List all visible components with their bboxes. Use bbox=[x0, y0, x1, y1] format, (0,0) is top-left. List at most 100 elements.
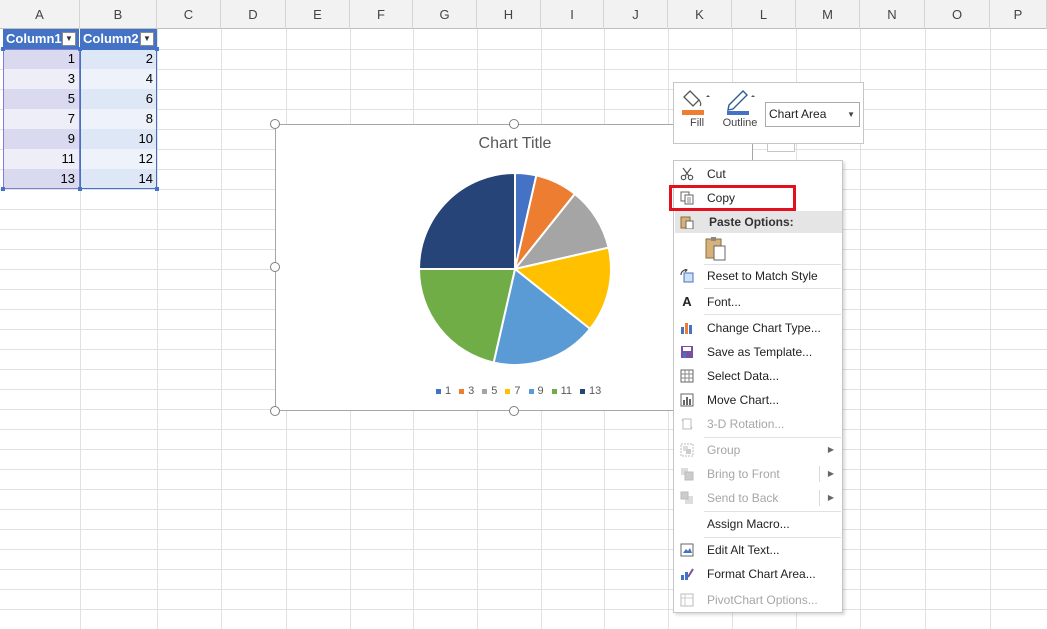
context-menu: Cut Copy Paste Options: Reset to Match S… bbox=[673, 160, 843, 613]
column-header-a[interactable]: A bbox=[0, 0, 80, 29]
menu-item-reset-style[interactable]: Reset to Match Style bbox=[674, 264, 842, 288]
legend-entry-13[interactable]: 13 bbox=[580, 385, 601, 397]
menu-item-change-chart-type[interactable]: Change Chart Type... bbox=[674, 316, 842, 340]
grid-row-line bbox=[0, 609, 1047, 610]
menu-item-save-as-template[interactable]: Save as Template... bbox=[674, 340, 842, 364]
clipboard-icon bbox=[680, 216, 694, 229]
menu-separator bbox=[704, 314, 841, 315]
send-to-back-icon bbox=[680, 491, 693, 504]
grid-row-line bbox=[0, 509, 1047, 510]
range-handle[interactable] bbox=[78, 47, 82, 51]
column-header-h[interactable]: H bbox=[477, 0, 541, 29]
move-chart-icon bbox=[680, 393, 694, 407]
outline-label: Outline bbox=[722, 117, 758, 129]
column-header-d[interactable]: D bbox=[221, 0, 286, 29]
chart-elements-dropdown[interactable]: Chart Area ▼ bbox=[765, 102, 860, 127]
menu-item-font[interactable]: A Font... bbox=[674, 290, 842, 314]
fill-button[interactable]: Fill bbox=[678, 87, 716, 129]
grid-row-line bbox=[0, 69, 1047, 70]
column-header-k[interactable]: K bbox=[668, 0, 732, 29]
mini-toolbar: Fill Outline Chart Area ▼ bbox=[673, 82, 864, 144]
range-handle[interactable] bbox=[155, 187, 159, 191]
reset-style-icon bbox=[680, 269, 694, 283]
menu-item-format-chart-area[interactable]: Format Chart Area... bbox=[674, 562, 842, 586]
legend-swatch bbox=[528, 388, 534, 394]
filter-dropdown-icon[interactable]: ▼ bbox=[140, 32, 154, 46]
menu-label-save-as-template: Save as Template... bbox=[707, 345, 813, 359]
menu-item-cut[interactable]: Cut bbox=[674, 162, 842, 186]
legend-swatch bbox=[459, 388, 465, 394]
grid-row-line bbox=[0, 469, 1047, 470]
column-header-b[interactable]: B bbox=[80, 0, 157, 29]
legend-entry-1[interactable]: 1 bbox=[436, 385, 451, 397]
chart-resize-handle-bottom-left[interactable] bbox=[270, 406, 280, 416]
menu-label-font: Font... bbox=[707, 295, 742, 309]
legend-entry-5[interactable]: 5 bbox=[482, 385, 497, 397]
legend-entry-9[interactable]: 9 bbox=[528, 385, 544, 397]
column-headers: ABCDEFGHIJKLMNOP bbox=[0, 0, 1047, 29]
legend-entry-11[interactable]: 11 bbox=[551, 385, 572, 397]
menu-label-3d-rotation: 3-D Rotation... bbox=[707, 417, 785, 431]
pie-slice-13[interactable] bbox=[417, 171, 516, 270]
menu-item-bring-to-front: Bring to Front ▶ bbox=[674, 462, 842, 486]
chart-resize-handle-top[interactable] bbox=[509, 119, 519, 129]
menu-item-send-to-back: Send to Back ▶ bbox=[674, 486, 842, 510]
chart-type-icon bbox=[681, 323, 692, 334]
column-header-n[interactable]: N bbox=[860, 0, 925, 29]
menu-label-cut: Cut bbox=[707, 167, 726, 181]
scissors-icon bbox=[680, 167, 694, 181]
menu-item-pivotchart-options: PivotChart Options... bbox=[674, 588, 842, 612]
legend-label: 7 bbox=[514, 385, 521, 397]
legend-entry-7[interactable]: 7 bbox=[505, 385, 521, 397]
menu-item-edit-alt-text[interactable]: Edit Alt Text... bbox=[674, 538, 842, 562]
column-header-l[interactable]: L bbox=[732, 0, 796, 29]
grid-row-line bbox=[0, 449, 1047, 450]
group-icon bbox=[680, 443, 694, 457]
grid-row-line bbox=[0, 109, 1047, 110]
legend-swatch bbox=[436, 388, 441, 394]
submenu-divider bbox=[819, 466, 820, 482]
menu-item-3d-rotation: 3-D Rotation... bbox=[674, 412, 842, 436]
paste-options-header: Paste Options: bbox=[675, 211, 842, 233]
range-handle[interactable] bbox=[1, 47, 5, 51]
chart-elements-value: Chart Area bbox=[769, 107, 827, 121]
menu-item-move-chart[interactable]: Move Chart... bbox=[674, 388, 842, 412]
submenu-divider bbox=[819, 490, 820, 506]
grid-row-line bbox=[0, 549, 1047, 550]
outline-button[interactable]: Outline bbox=[720, 87, 760, 129]
range-handle[interactable] bbox=[1, 187, 5, 191]
column-header-j[interactable]: J bbox=[604, 0, 668, 29]
legend-label: 13 bbox=[589, 385, 602, 397]
menu-label-send-to-back: Send to Back bbox=[707, 491, 779, 505]
chevron-right-icon: ▶ bbox=[827, 445, 834, 454]
column-header-i[interactable]: I bbox=[541, 0, 604, 29]
filter-dropdown-icon[interactable]: ▼ bbox=[62, 32, 76, 46]
column-header-m[interactable]: M bbox=[796, 0, 860, 29]
column-header-p[interactable]: P bbox=[990, 0, 1047, 29]
legend-label: 1 bbox=[445, 385, 452, 397]
chart-resize-handle-left[interactable] bbox=[270, 262, 280, 272]
chevron-right-icon: ▶ bbox=[827, 469, 834, 478]
menu-item-assign-macro[interactable]: Assign Macro... bbox=[674, 512, 842, 536]
legend-entry-3[interactable]: 3 bbox=[459, 385, 474, 397]
range-handle[interactable] bbox=[78, 187, 82, 191]
column-header-c[interactable]: C bbox=[157, 0, 221, 29]
menu-item-select-data[interactable]: Select Data... bbox=[674, 364, 842, 388]
select-data-icon bbox=[680, 369, 694, 383]
grid-row-line bbox=[0, 569, 1047, 570]
chevron-down-icon: ▼ bbox=[847, 110, 855, 119]
column-header-g[interactable]: G bbox=[413, 0, 477, 29]
menu-label-select-data: Select Data... bbox=[707, 369, 780, 383]
chart-legend[interactable]: 1 3 5 7 9 11 13 bbox=[436, 385, 609, 397]
values-range-outline bbox=[80, 49, 157, 189]
menu-label-bring-to-front: Bring to Front bbox=[707, 467, 780, 481]
menu-label-reset-style: Reset to Match Style bbox=[707, 269, 818, 283]
column-header-o[interactable]: O bbox=[925, 0, 990, 29]
chart-resize-handle-top-left[interactable] bbox=[270, 119, 280, 129]
chart-resize-handle-bottom[interactable] bbox=[509, 406, 519, 416]
paste-keep-formatting-button[interactable] bbox=[704, 236, 728, 262]
legend-label: 9 bbox=[537, 385, 544, 397]
column-header-f[interactable]: F bbox=[350, 0, 413, 29]
range-handle[interactable] bbox=[155, 47, 159, 51]
column-header-e[interactable]: E bbox=[286, 0, 350, 29]
